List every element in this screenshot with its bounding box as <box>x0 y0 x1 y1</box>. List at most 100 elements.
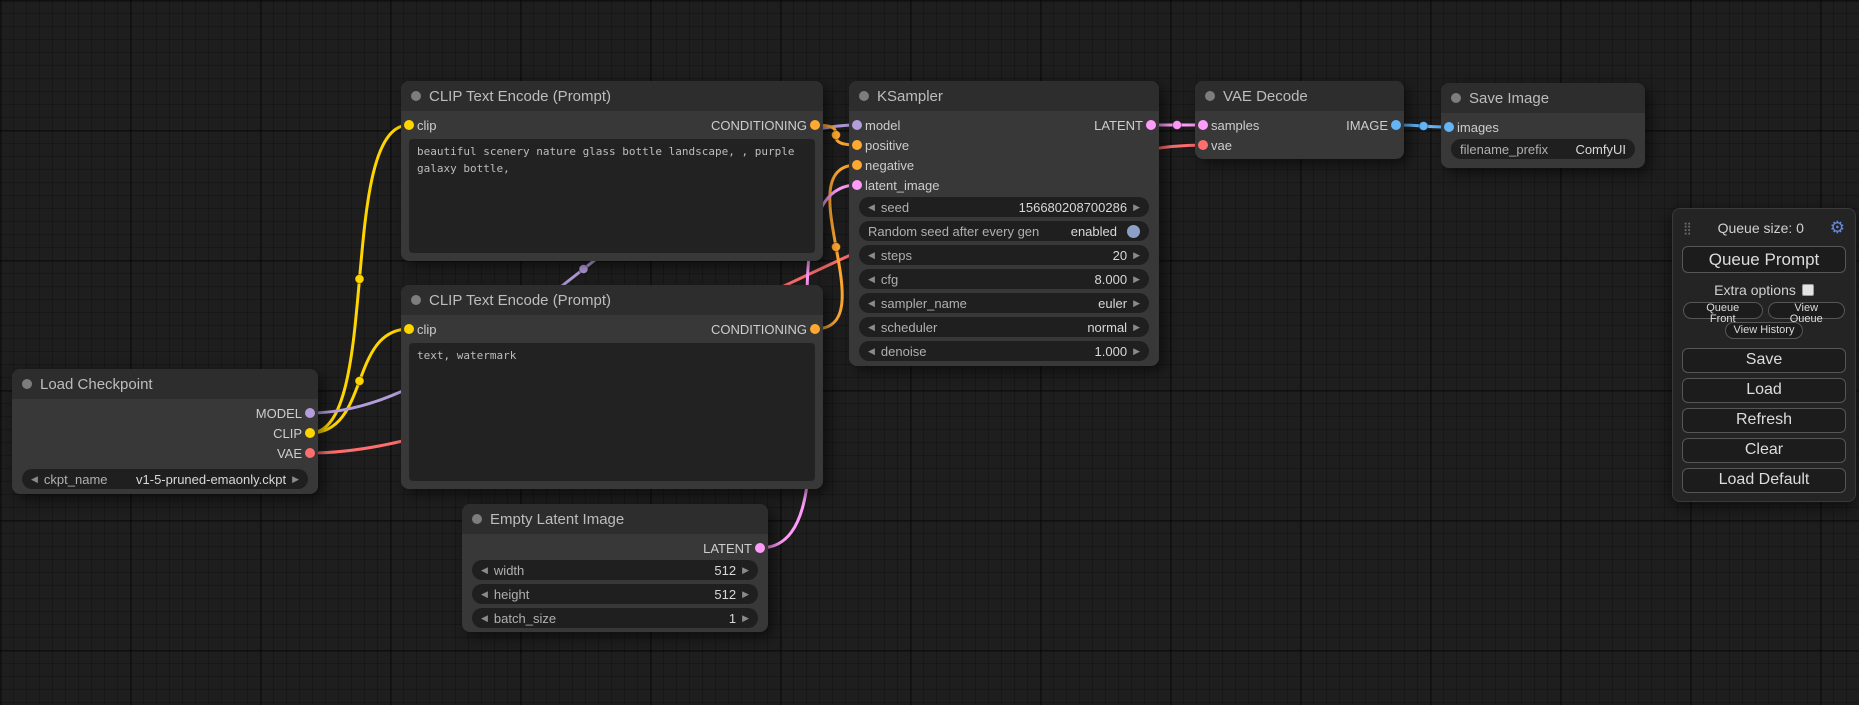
widget-width[interactable]: ◀ width 512 ▶ <box>472 560 758 580</box>
prompt-text[interactable]: text, watermark <box>409 343 815 481</box>
input-port-negative[interactable] <box>852 160 862 170</box>
decrement-arrow-icon[interactable]: ◀ <box>868 275 875 284</box>
increment-arrow-icon[interactable]: ▶ <box>742 614 749 623</box>
increment-arrow-icon[interactable]: ▶ <box>742 566 749 575</box>
widget-denoise[interactable]: ◀ denoise 1.000 ▶ <box>859 341 1149 361</box>
node-save-image[interactable]: Save Image images filename_prefix ComfyU… <box>1441 83 1645 168</box>
decrement-arrow-icon[interactable]: ◀ <box>868 299 875 308</box>
refresh-button[interactable]: Refresh <box>1682 408 1846 433</box>
increment-arrow-icon[interactable]: ▶ <box>292 475 299 484</box>
input-port-positive[interactable] <box>852 140 862 150</box>
widget-label: cfg <box>881 272 898 287</box>
input-label: images <box>1457 120 1499 135</box>
gear-icon[interactable]: ⚙ <box>1830 218 1845 238</box>
input-port-latent-image[interactable] <box>852 180 862 190</box>
node-clip-text-encode-positive[interactable]: CLIP Text Encode (Prompt) clip CONDITION… <box>401 81 823 261</box>
widget-random-seed-toggle[interactable]: Random seed after every gen enabled <box>859 221 1149 241</box>
output-port-conditioning[interactable] <box>810 120 820 130</box>
output-port-conditioning[interactable] <box>810 324 820 334</box>
output-port-image[interactable] <box>1391 120 1401 130</box>
node-title-bar[interactable]: Load Checkpoint <box>12 369 318 399</box>
widget-height[interactable]: ◀ height 512 ▶ <box>472 584 758 604</box>
output-port-vae[interactable] <box>305 448 315 458</box>
collapse-icon[interactable] <box>859 91 869 101</box>
collapse-icon[interactable] <box>411 295 421 305</box>
output-label: LATENT <box>703 541 752 556</box>
save-button[interactable]: Save <box>1682 348 1846 373</box>
node-title-bar[interactable]: KSampler <box>849 81 1159 111</box>
clear-button[interactable]: Clear <box>1682 438 1846 463</box>
increment-arrow-icon[interactable]: ▶ <box>1133 347 1140 356</box>
output-port-model[interactable] <box>305 408 315 418</box>
output-row: LATENT <box>462 538 768 558</box>
extra-options-row: Extra options <box>1714 281 1814 298</box>
decrement-arrow-icon[interactable]: ◀ <box>481 566 488 575</box>
increment-arrow-icon[interactable]: ▶ <box>1133 299 1140 308</box>
queue-front-button[interactable]: Queue Front <box>1683 302 1763 319</box>
node-empty-latent-image[interactable]: Empty Latent Image LATENT ◀ width 512 ▶ … <box>462 504 768 632</box>
input-port-samples[interactable] <box>1198 120 1208 130</box>
view-queue-button[interactable]: View Queue <box>1768 302 1845 319</box>
decrement-arrow-icon[interactable]: ◀ <box>481 614 488 623</box>
widget-batch-size[interactable]: ◀ batch_size 1 ▶ <box>472 608 758 628</box>
decrement-arrow-icon[interactable]: ◀ <box>868 251 875 260</box>
link-midpoint-dot <box>832 243 841 252</box>
node-title-bar[interactable]: Save Image <box>1441 83 1645 113</box>
widget-label: width <box>494 563 524 578</box>
decrement-arrow-icon[interactable]: ◀ <box>868 323 875 332</box>
output-label: VAE <box>277 446 302 461</box>
toggle-icon[interactable] <box>1127 225 1140 238</box>
extra-options-checkbox[interactable] <box>1802 284 1814 296</box>
extra-options-label: Extra options <box>1714 282 1796 298</box>
decrement-arrow-icon[interactable]: ◀ <box>868 347 875 356</box>
prompt-text[interactable]: beautiful scenery nature glass bottle la… <box>409 139 815 253</box>
increment-arrow-icon[interactable]: ▶ <box>1133 323 1140 332</box>
view-history-button[interactable]: View History <box>1725 322 1804 339</box>
decrement-arrow-icon[interactable]: ◀ <box>868 203 875 212</box>
widget-filename-prefix[interactable]: filename_prefix ComfyUI <box>1451 139 1635 159</box>
node-load-checkpoint[interactable]: Load Checkpoint MODEL CLIP VAE ◀ ckpt_na… <box>12 369 318 494</box>
input-port-images[interactable] <box>1444 122 1454 132</box>
node-title-bar[interactable]: CLIP Text Encode (Prompt) <box>401 285 823 315</box>
collapse-icon[interactable] <box>1451 93 1461 103</box>
increment-arrow-icon[interactable]: ▶ <box>1133 251 1140 260</box>
node-ksampler[interactable]: KSampler model LATENT positive negative … <box>849 81 1159 366</box>
widget-scheduler[interactable]: ◀ scheduler normal ▶ <box>859 317 1149 337</box>
widget-value: 20 <box>1113 248 1127 263</box>
node-title-bar[interactable]: Empty Latent Image <box>462 504 768 534</box>
increment-arrow-icon[interactable]: ▶ <box>742 590 749 599</box>
output-port-latent[interactable] <box>755 543 765 553</box>
load-default-button[interactable]: Load Default <box>1682 468 1846 493</box>
increment-arrow-icon[interactable]: ▶ <box>1133 203 1140 212</box>
decrement-arrow-icon[interactable]: ◀ <box>31 475 38 484</box>
load-button[interactable]: Load <box>1682 378 1846 403</box>
node-vae-decode[interactable]: VAE Decode samples IMAGE vae <box>1195 81 1404 159</box>
node-title-bar[interactable]: CLIP Text Encode (Prompt) <box>401 81 823 111</box>
node-title-bar[interactable]: VAE Decode <box>1195 81 1404 111</box>
collapse-icon[interactable] <box>411 91 421 101</box>
widget-label: Random seed after every gen <box>868 224 1039 239</box>
widget-cfg[interactable]: ◀ cfg 8.000 ▶ <box>859 269 1149 289</box>
queue-prompt-button[interactable]: Queue Prompt <box>1682 246 1846 273</box>
input-port-model[interactable] <box>852 120 862 130</box>
output-row: VAE <box>12 443 318 463</box>
widget-steps[interactable]: ◀ steps 20 ▶ <box>859 245 1149 265</box>
collapse-icon[interactable] <box>22 379 32 389</box>
drag-handle-icon[interactable]: ⣿ <box>1683 221 1692 235</box>
output-port-clip[interactable] <box>305 428 315 438</box>
node-title: CLIP Text Encode (Prompt) <box>429 292 611 309</box>
widget-ckpt-name[interactable]: ◀ ckpt_name v1-5-pruned-emaonly.ckpt ▶ <box>22 469 308 489</box>
input-port-clip[interactable] <box>404 324 414 334</box>
collapse-icon[interactable] <box>472 514 482 524</box>
node-clip-text-encode-negative[interactable]: CLIP Text Encode (Prompt) clip CONDITION… <box>401 285 823 489</box>
widget-sampler-name[interactable]: ◀ sampler_name euler ▶ <box>859 293 1149 313</box>
decrement-arrow-icon[interactable]: ◀ <box>481 590 488 599</box>
increment-arrow-icon[interactable]: ▶ <box>1133 275 1140 284</box>
output-port-latent[interactable] <box>1146 120 1156 130</box>
widget-label: scheduler <box>881 320 937 335</box>
collapse-icon[interactable] <box>1205 91 1215 101</box>
input-port-vae[interactable] <box>1198 140 1208 150</box>
input-port-clip[interactable] <box>404 120 414 130</box>
widget-value: enabled <box>1071 224 1117 239</box>
widget-seed[interactable]: ◀ seed 156680208700286 ▶ <box>859 197 1149 217</box>
